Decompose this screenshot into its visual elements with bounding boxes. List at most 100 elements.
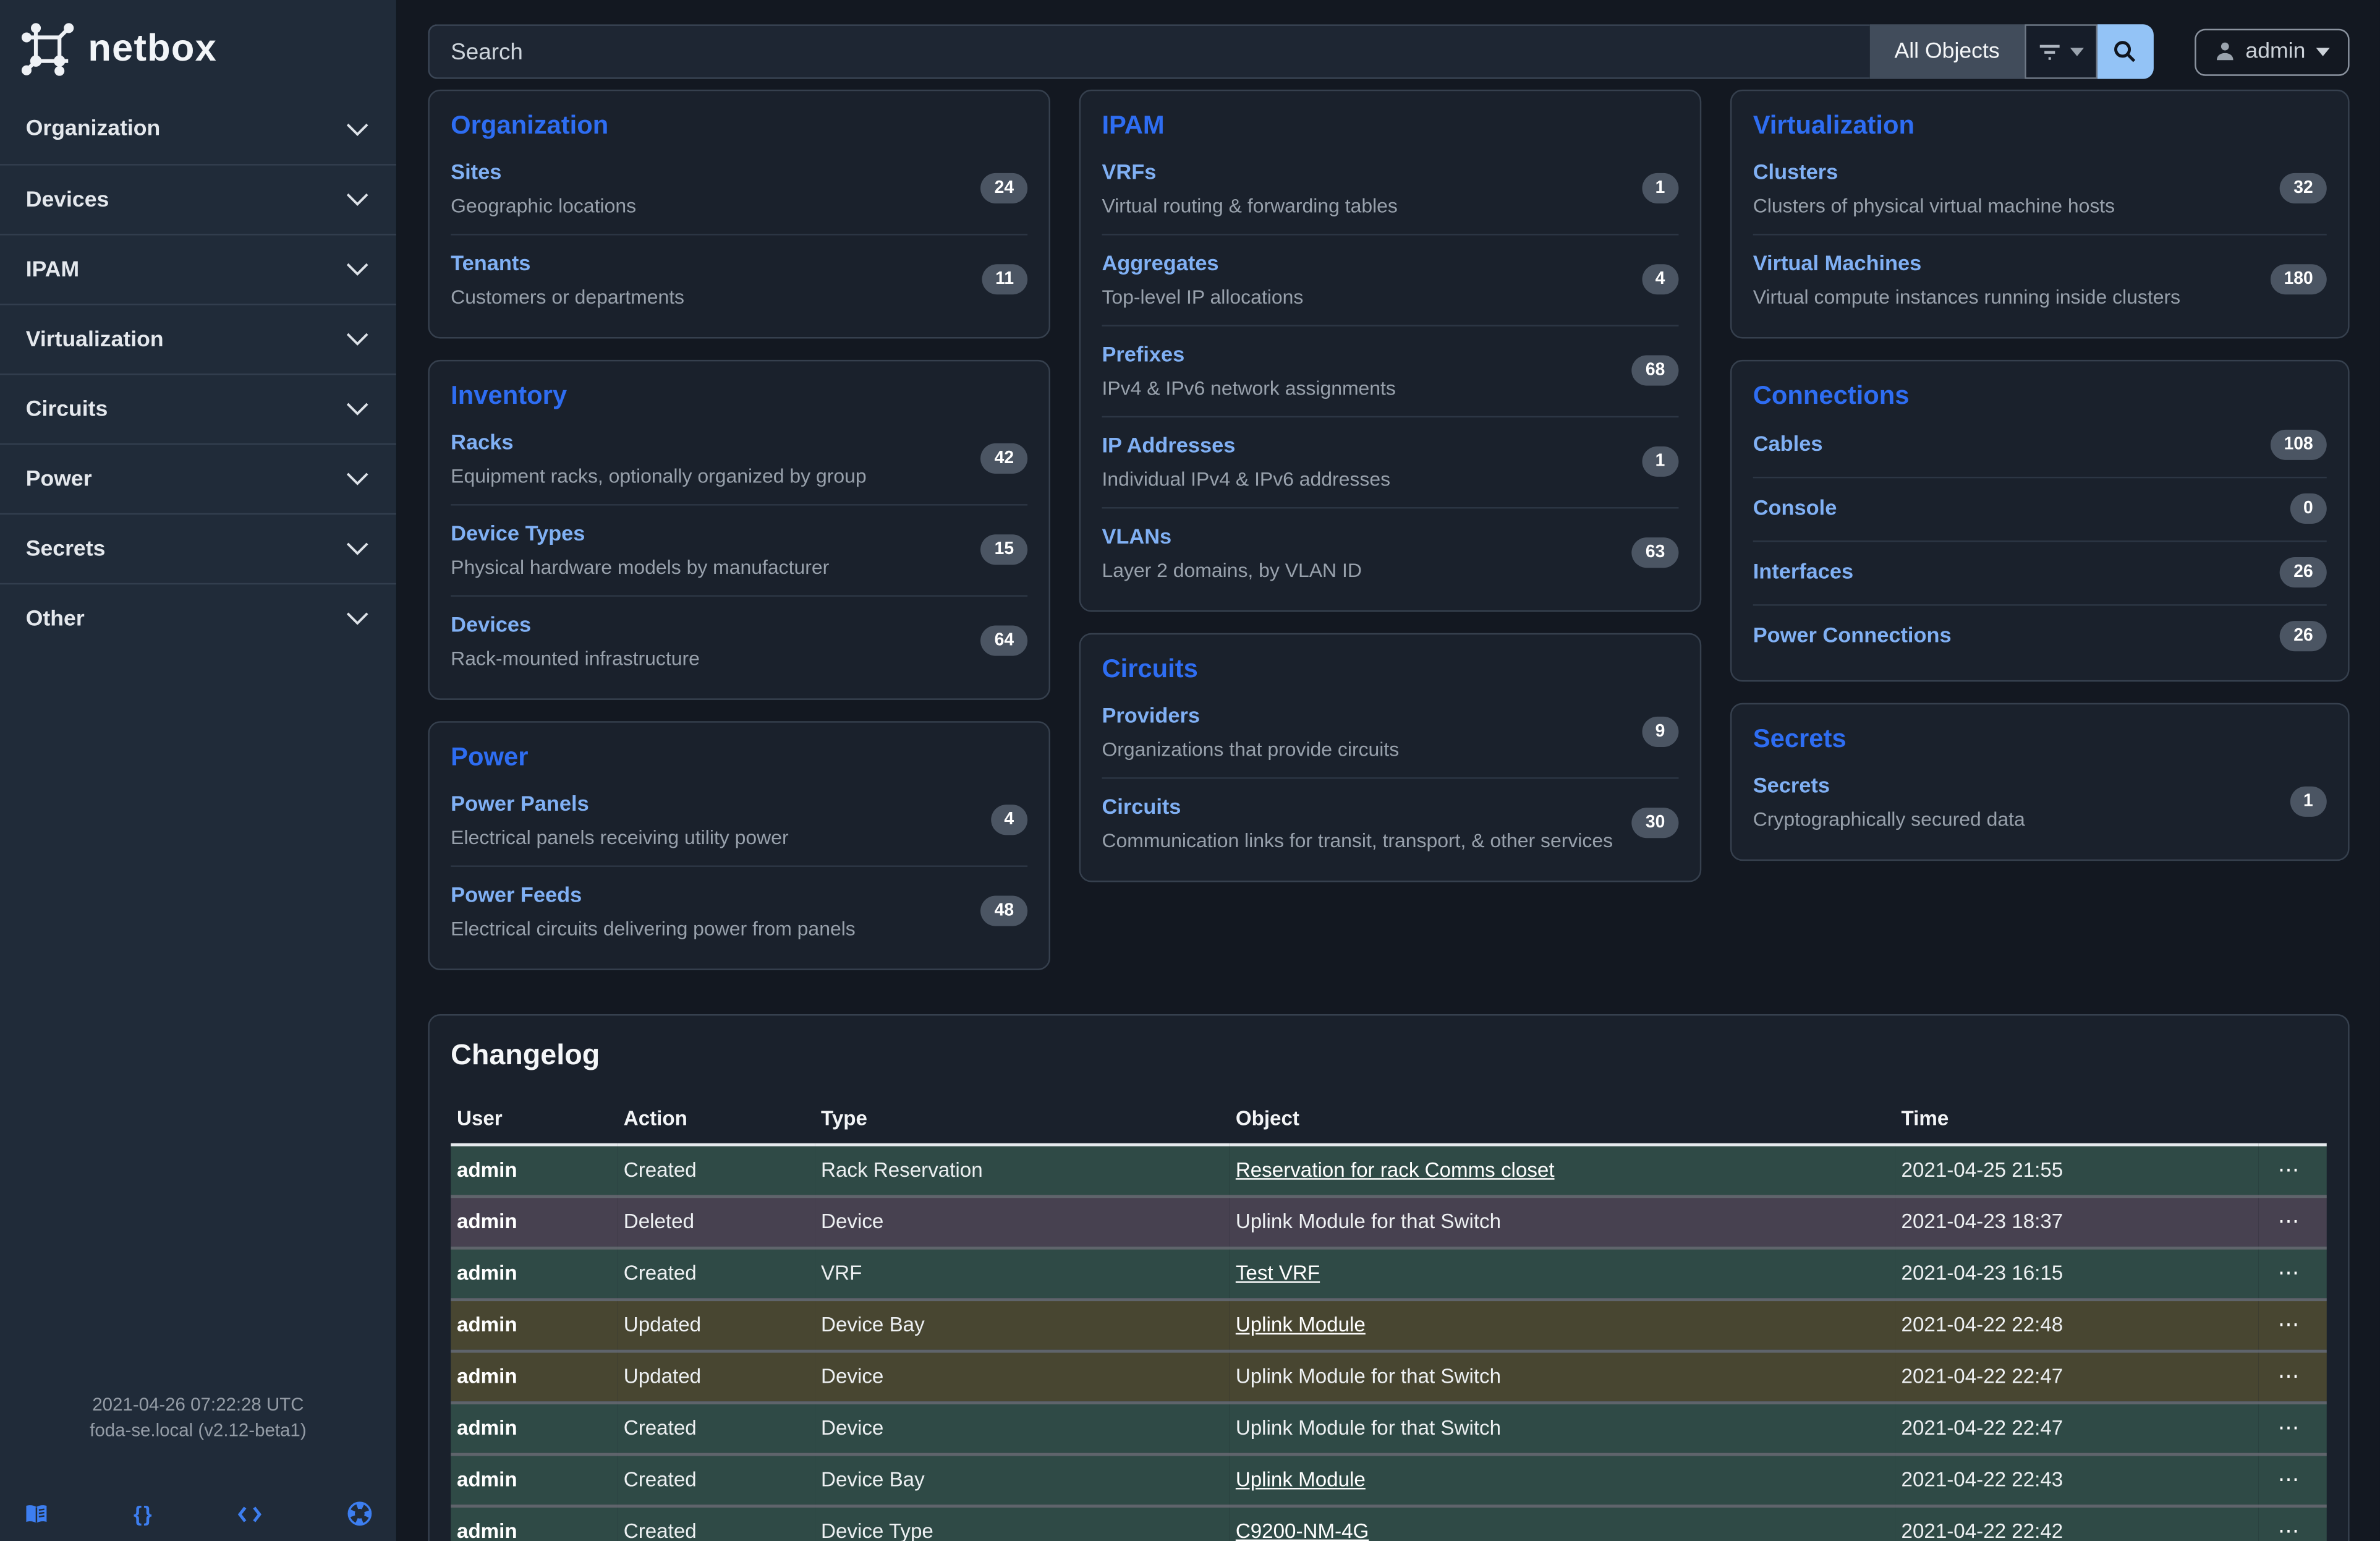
devices-link[interactable]: Devices: [451, 612, 531, 636]
providers-link[interactable]: Providers: [1102, 703, 1200, 727]
dashboard-column: OrganizationSitesGeographic locations24T…: [428, 90, 1050, 970]
ip-addresses-link[interactable]: IP Addresses: [1102, 433, 1235, 457]
time-cell: 2021-04-22 22:47: [1895, 1403, 2258, 1454]
item-text: ClustersClusters of physical virtual mac…: [1753, 160, 2115, 217]
row-menu-button[interactable]: ⋯: [2278, 1467, 2301, 1493]
item-description: Individual IPv4 & IPv6 addresses: [1102, 467, 1390, 490]
vlans-link[interactable]: VLANs: [1102, 524, 1171, 548]
search-scope-select[interactable]: All Objects: [1870, 24, 2024, 79]
row-menu-button[interactable]: ⋯: [2278, 1260, 2301, 1286]
count-badge: 0: [2290, 493, 2327, 524]
card-connections: ConnectionsCables108Console0Interfaces26…: [1730, 360, 2350, 681]
user-cell: admin: [451, 1248, 618, 1299]
object-link[interactable]: C9200-NM-4G: [1236, 1520, 1369, 1541]
actions-cell: ⋯: [2258, 1454, 2326, 1506]
power-feeds-link[interactable]: Power Feeds: [451, 882, 582, 906]
user-cell: admin: [451, 1197, 618, 1248]
api-braces-icon[interactable]: { }: [134, 1501, 152, 1526]
sidebar-item-circuits[interactable]: Circuits: [0, 374, 396, 443]
search-submit-button[interactable]: [2097, 24, 2153, 79]
list-item: Virtual MachinesVirtual compute instance…: [1753, 236, 2327, 318]
search-filter-button[interactable]: [2024, 24, 2097, 79]
device-types-link[interactable]: Device Types: [451, 521, 585, 545]
racks-link[interactable]: Racks: [451, 430, 513, 454]
search-input[interactable]: [428, 24, 1870, 79]
item-description: Physical hardware models by manufacturer: [451, 556, 829, 579]
column-header-action: Action: [618, 1095, 815, 1145]
netbox-logo-icon: [20, 21, 74, 75]
row-menu-button[interactable]: ⋯: [2278, 1157, 2301, 1183]
count-badge: 4: [990, 805, 1027, 835]
sidebar-item-other[interactable]: Other: [0, 583, 396, 653]
aggregates-link[interactable]: Aggregates: [1102, 250, 1218, 275]
card-title: Connections: [1753, 381, 2327, 411]
user-menu-button[interactable]: admin: [2194, 28, 2350, 75]
action-cell: Created: [618, 1145, 815, 1196]
user-cell: admin: [451, 1403, 618, 1454]
chevron-down-icon: [346, 122, 369, 136]
sidebar: netbox OrganizationDevicesIPAMVirtualiza…: [0, 0, 397, 1541]
row-menu-button[interactable]: ⋯: [2278, 1518, 2301, 1541]
table-row: adminUpdatedDevice BayUplink Module2021-…: [451, 1300, 2327, 1351]
item-description: Customers or departments: [451, 286, 684, 309]
power-panels-link[interactable]: Power Panels: [451, 791, 589, 815]
list-item: AggregatesTop-level IP allocations4: [1102, 236, 1678, 327]
sidebar-item-virtualization[interactable]: Virtualization: [0, 304, 396, 374]
row-menu-button[interactable]: ⋯: [2278, 1415, 2301, 1441]
card-virtualization: VirtualizationClustersClusters of physic…: [1730, 90, 2350, 339]
object-link[interactable]: Test VRF: [1236, 1261, 1320, 1284]
community-help-icon[interactable]: [347, 1501, 372, 1526]
object-link[interactable]: Uplink Module: [1236, 1313, 1366, 1336]
item-text: VRFs Virtual routing & forwarding tables: [1102, 160, 1397, 217]
prefixes-link[interactable]: Prefixes: [1102, 341, 1184, 365]
item-description: Communication links for transit, transpo…: [1102, 829, 1613, 852]
sites-link[interactable]: Sites: [451, 160, 501, 184]
source-code-icon[interactable]: [237, 1501, 263, 1526]
sidebar-item-organization[interactable]: Organization: [0, 94, 396, 164]
sidebar-nav: OrganizationDevicesIPAMVirtualizationCir…: [0, 94, 396, 653]
sidebar-item-power[interactable]: Power: [0, 443, 396, 513]
action-cell: Updated: [618, 1351, 815, 1402]
item-description: Virtual routing & forwarding tables: [1102, 194, 1397, 217]
count-badge: 24: [981, 173, 1028, 203]
netbox-logo[interactable]: netbox: [0, 0, 396, 94]
vrfs-link[interactable]: VRFs: [1102, 160, 1156, 184]
item-description: Electrical circuits delivering power fro…: [451, 917, 856, 940]
clusters-link[interactable]: Clusters: [1753, 160, 1838, 184]
docs-book-icon[interactable]: [24, 1501, 48, 1526]
object-link[interactable]: Reservation for rack Comms closet: [1236, 1158, 1555, 1181]
item-text: RacksEquipment racks, optionally organiz…: [451, 430, 866, 487]
user-cell: admin: [451, 1454, 618, 1506]
row-menu-button[interactable]: ⋯: [2278, 1364, 2301, 1389]
dashboard-column: IPAMVRFsVirtual routing & forwarding tab…: [1079, 90, 1702, 882]
secrets-link[interactable]: Secrets: [1753, 773, 1830, 797]
console-link[interactable]: Console: [1753, 495, 1837, 519]
table-row: adminCreatedVRFTest VRF2021-04-23 16:15⋯: [451, 1248, 2327, 1299]
current-timestamp: 2021-04-26 07:22:28 UTC: [0, 1392, 396, 1418]
circuits-link[interactable]: Circuits: [1102, 794, 1181, 818]
time-cell: 2021-04-22 22:42: [1895, 1506, 2258, 1541]
cables-link[interactable]: Cables: [1753, 431, 1823, 455]
sidebar-item-ipam[interactable]: IPAM: [0, 234, 396, 304]
list-item: Power Feeds Electrical circuits deliverin…: [451, 867, 1027, 949]
count-badge: 108: [2270, 430, 2326, 460]
item-text: Interfaces: [1753, 559, 1853, 586]
count-badge: 1: [1641, 173, 1678, 203]
item-text: DevicesRack-mounted infrastructure: [451, 612, 700, 669]
action-cell: Created: [618, 1506, 815, 1541]
item-text: Tenants Customers or departments: [451, 250, 684, 308]
virtual-machines-link[interactable]: Virtual Machines: [1753, 250, 1922, 275]
tenants-link[interactable]: Tenants: [451, 250, 530, 275]
sidebar-item-secrets[interactable]: Secrets: [0, 513, 396, 583]
actions-cell: ⋯: [2258, 1300, 2326, 1351]
row-menu-button[interactable]: ⋯: [2278, 1208, 2301, 1234]
item-text: Power Connections: [1753, 623, 1952, 650]
object-link[interactable]: Uplink Module: [1236, 1468, 1366, 1491]
interfaces-link[interactable]: Interfaces: [1753, 559, 1853, 583]
list-item: PrefixesIPv4 & IPv6 network assignments6…: [1102, 327, 1678, 417]
actions-cell: ⋯: [2258, 1145, 2326, 1196]
row-menu-button[interactable]: ⋯: [2278, 1312, 2301, 1338]
sidebar-item-devices[interactable]: Devices: [0, 164, 396, 234]
power-connections-link[interactable]: Power Connections: [1753, 623, 1952, 647]
dashboard-column: VirtualizationClustersClusters of physic…: [1730, 90, 2350, 861]
